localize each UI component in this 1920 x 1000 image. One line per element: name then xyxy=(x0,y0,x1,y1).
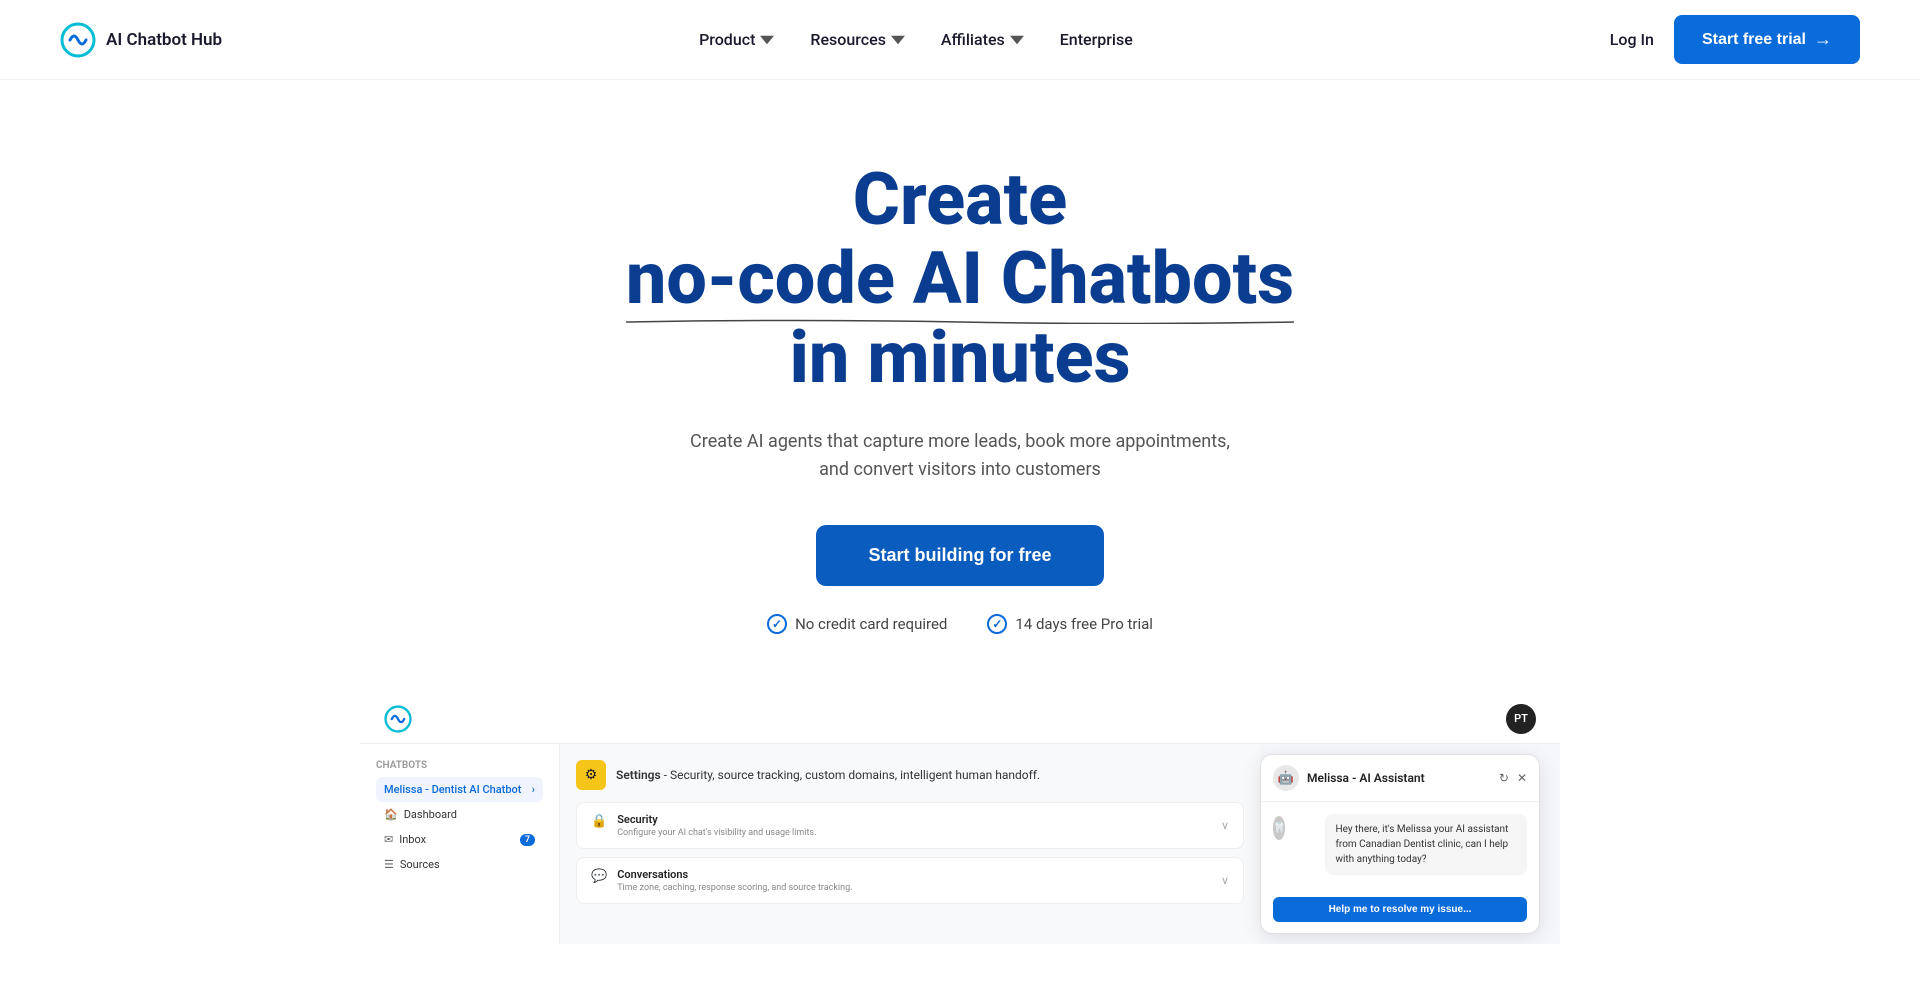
nav-links: Product Resources Affiliates Enterprise xyxy=(699,30,1133,49)
preview-sidebar: Chatbots Melissa - Dentist AI Chatbot › … xyxy=(360,744,560,944)
check-icon: ✓ xyxy=(767,614,787,634)
chevron-icon: ∨ xyxy=(1221,819,1229,832)
preview-body: Chatbots Melissa - Dentist AI Chatbot › … xyxy=(360,744,1560,944)
nav-enterprise[interactable]: Enterprise xyxy=(1060,30,1133,49)
sidebar-section: Chatbots Melissa - Dentist AI Chatbot › … xyxy=(360,760,559,877)
cta-arrow-icon: → xyxy=(1814,29,1832,50)
preview-logo-icon xyxy=(384,705,412,733)
chatbot-widget: 🤖 Melissa - AI Assistant ↻ ✕ 🦷 Hey there… xyxy=(1260,754,1540,934)
badge-no-cc: ✓ No credit card required xyxy=(767,614,947,634)
security-title: Security xyxy=(617,813,816,826)
chat-icon: 💬 xyxy=(591,869,607,884)
check-icon-2: ✓ xyxy=(987,614,1007,634)
sidebar-item-sources[interactable]: ☰ Sources xyxy=(376,852,543,877)
inbox-icon: ✉ xyxy=(384,833,393,846)
nav-product[interactable]: Product xyxy=(699,30,774,49)
settings-title: Settings - Security, source tracking, cu… xyxy=(616,768,1040,782)
chevron-down-icon xyxy=(760,33,774,47)
nav-resources[interactable]: Resources xyxy=(810,30,905,49)
chatbot-bot-avatar: 🦷 xyxy=(1273,816,1285,840)
hero-cta-button[interactable]: Start building for free xyxy=(816,525,1103,586)
settings-header: ⚙ Settings - Security, source tracking, … xyxy=(576,760,1244,790)
logo-icon xyxy=(60,22,96,58)
close-icon[interactable]: ✕ xyxy=(1517,771,1527,785)
preview-main: ⚙ Settings - Security, source tracking, … xyxy=(560,744,1260,944)
sidebar-section-label: Chatbots xyxy=(376,760,543,771)
sidebar-item-dashboard[interactable]: 🏠 Dashboard xyxy=(376,802,543,827)
chevron-down-icon xyxy=(891,33,905,47)
chatbot-body: 🦷 Hey there, it's Melissa your AI assist… xyxy=(1261,802,1539,887)
hero-badges: ✓ No credit card required ✓ 14 days free… xyxy=(40,614,1880,634)
chatbot-name: Melissa - AI Assistant xyxy=(1307,771,1425,785)
chatbot-message-row: 🦷 Hey there, it's Melissa your AI assist… xyxy=(1273,814,1527,875)
settings-card-conversations[interactable]: 💬 Conversations Time zone, caching, resp… xyxy=(576,857,1244,904)
security-desc: Configure your AI chat's visibility and … xyxy=(617,828,816,838)
hero-section: Create no-code AI Chatbots in minutes Cr… xyxy=(0,80,1920,674)
lock-icon: 🔒 xyxy=(591,814,607,829)
hero-highlight: no-code AI Chatbots xyxy=(626,239,1294,318)
user-avatar: PT xyxy=(1506,704,1536,734)
hero-subtitle: Create AI agents that capture more leads… xyxy=(680,428,1240,486)
chevron-icon-2: ∨ xyxy=(1221,874,1229,887)
gear-icon: ⚙ xyxy=(585,767,598,783)
sidebar-item-chatbot[interactable]: Melissa - Dentist AI Chatbot › xyxy=(376,777,543,802)
hero-title: Create no-code AI Chatbots in minutes xyxy=(510,160,1410,398)
chatbot-controls: ↻ ✕ xyxy=(1499,771,1527,785)
sources-icon: ☰ xyxy=(384,858,394,871)
chatbot-avatar: 🤖 xyxy=(1273,765,1299,791)
sidebar-item-inbox[interactable]: ✉ Inbox 7 xyxy=(376,827,543,852)
login-button[interactable]: Log In xyxy=(1610,30,1654,49)
preview-topbar: PT xyxy=(360,694,1560,744)
chevron-down-icon xyxy=(1010,33,1024,47)
chatbot-header: 🤖 Melissa - AI Assistant ↻ ✕ xyxy=(1261,755,1539,802)
logo[interactable]: AI Chatbot Hub xyxy=(60,22,222,58)
chatbot-message-bubble: Hey there, it's Melissa your AI assistan… xyxy=(1325,814,1527,875)
chatbot-cta-button[interactable]: Help me to resolve my issue... xyxy=(1273,897,1527,922)
badge-trial: ✓ 14 days free Pro trial xyxy=(987,614,1153,634)
settings-icon-box: ⚙ xyxy=(576,760,606,790)
nav-affiliates[interactable]: Affiliates xyxy=(941,30,1024,49)
conversations-title: Conversations xyxy=(617,868,852,881)
refresh-icon[interactable]: ↻ xyxy=(1499,771,1509,785)
app-preview: PT Chatbots Melissa - Dentist AI Chatbot… xyxy=(360,694,1560,944)
conversations-desc: Time zone, caching, response scoring, an… xyxy=(617,883,852,893)
start-trial-button[interactable]: Start free trial → xyxy=(1674,15,1860,64)
inbox-badge: 7 xyxy=(520,834,535,846)
navbar: AI Chatbot Hub Product Resources Affilia… xyxy=(0,0,1920,80)
dashboard-icon: 🏠 xyxy=(384,808,398,821)
settings-card-security[interactable]: 🔒 Security Configure your AI chat's visi… xyxy=(576,802,1244,849)
logo-text: AI Chatbot Hub xyxy=(106,30,222,50)
nav-actions: Log In Start free trial → xyxy=(1610,15,1860,64)
